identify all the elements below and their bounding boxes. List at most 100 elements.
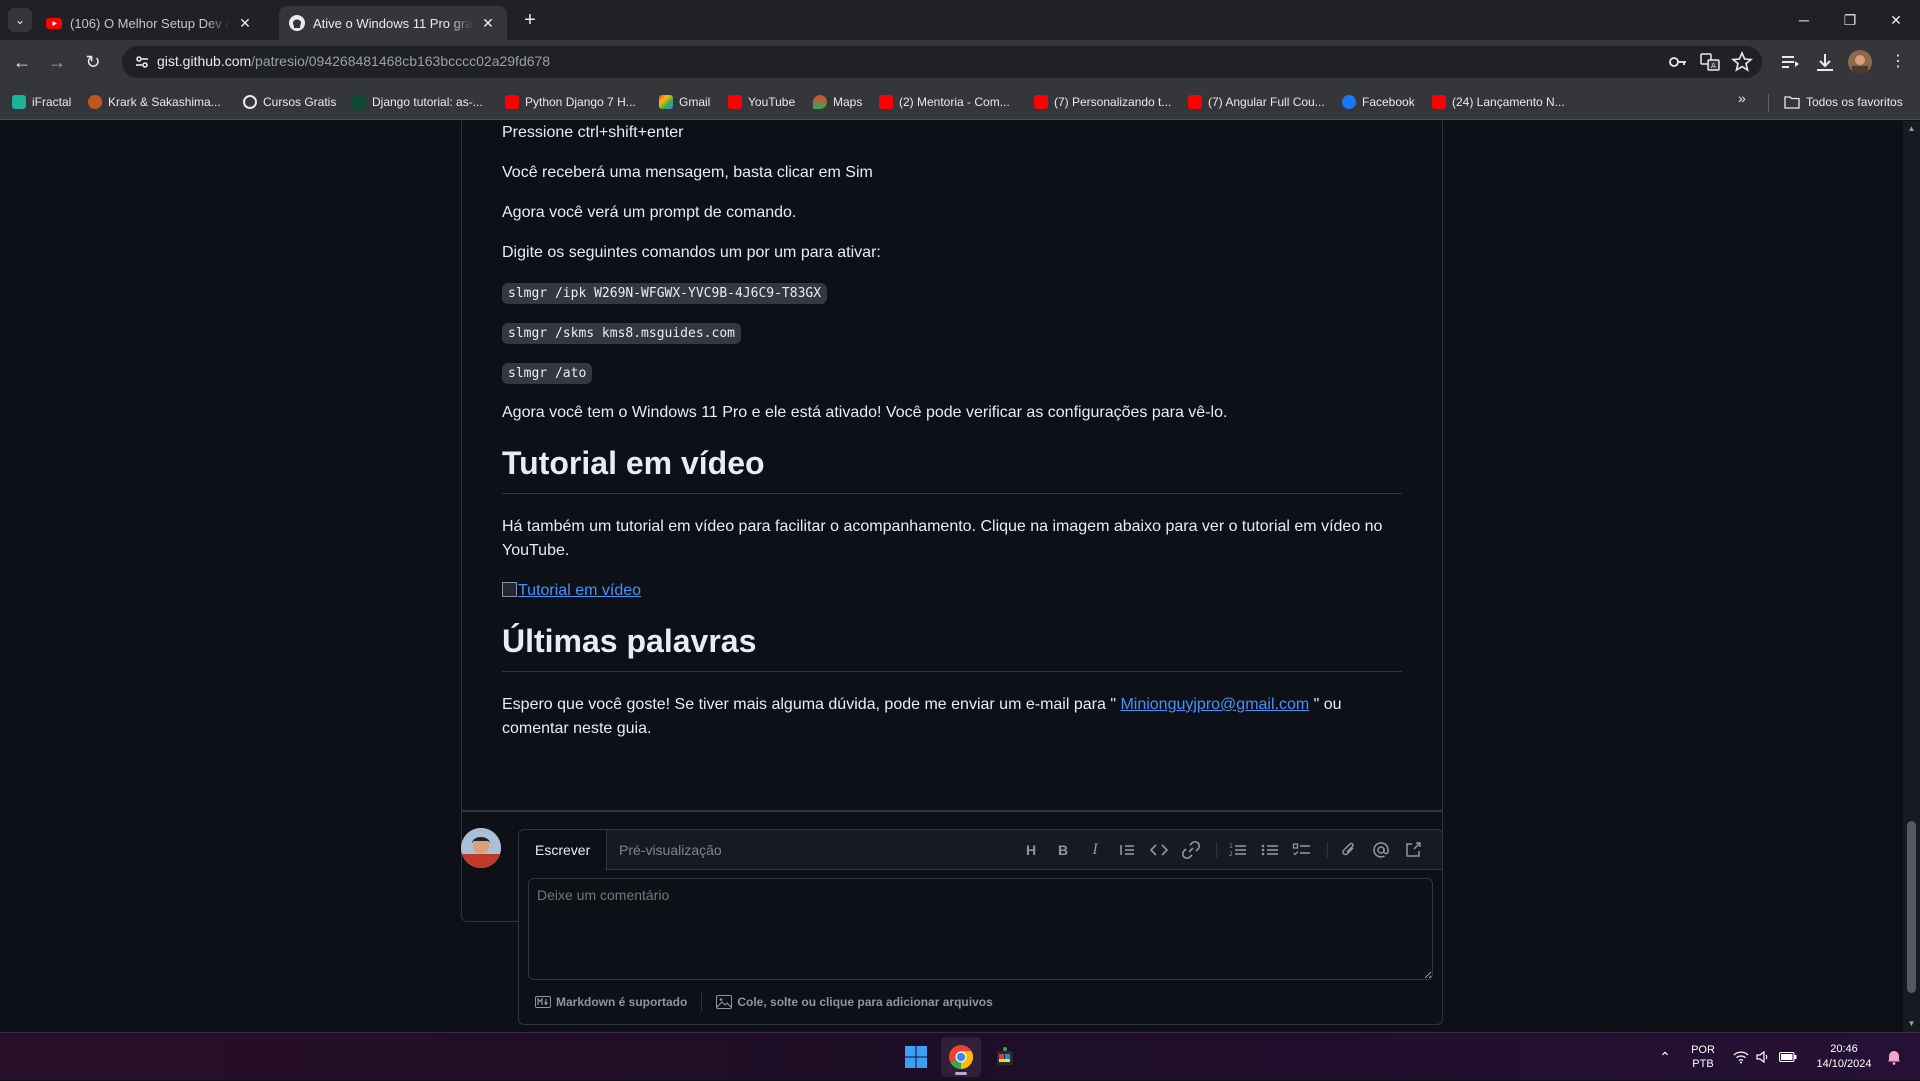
paragraph: Há também um tutorial em vídeo para faci…	[502, 518, 1383, 559]
video-link-container: Tutorial em vídeo	[502, 579, 641, 603]
code-line: slmgr /ipk W269N-WFGWX-YVC9B-4J6C9-T83GX	[502, 281, 828, 306]
ordered-list-icon[interactable]: 12	[1228, 840, 1248, 860]
heading-last-words: Últimas palavras	[502, 621, 1402, 672]
scroll-up-arrow-icon[interactable]: ▲	[1907, 124, 1916, 133]
django-icon	[352, 95, 366, 109]
bookmark-ifractal[interactable]: iFractal	[12, 90, 71, 114]
task-list-icon[interactable]	[1292, 840, 1312, 860]
bookmark-mentoria[interactable]: (2) Mentoria - Com...	[879, 90, 1010, 114]
bookmark-youtube[interactable]: YouTube	[728, 90, 795, 114]
email-link[interactable]: Minionguyjpro@gmail.com	[1120, 696, 1309, 713]
comment-textarea[interactable]	[528, 878, 1433, 980]
heading-icon[interactable]: H	[1021, 840, 1041, 860]
close-tab-icon[interactable]: ✕	[236, 14, 254, 32]
reload-button[interactable]: ↻	[79, 48, 107, 76]
cross-reference-icon[interactable]	[1403, 840, 1423, 860]
minimize-button[interactable]: ─	[1781, 0, 1827, 40]
bookmark-personalizando[interactable]: (7) Personalizando t...	[1034, 90, 1171, 114]
bold-icon[interactable]: B	[1053, 840, 1073, 860]
all-bookmarks-folder[interactable]: Todos os favoritos	[1784, 90, 1903, 114]
scrollbar-thumb[interactable]	[1907, 821, 1916, 993]
paragraph: Agora você tem o Windows 11 Pro e ele es…	[502, 404, 1228, 421]
input-language-indicator[interactable]: POR PTB	[1688, 1033, 1718, 1081]
scroll-down-arrow-icon[interactable]: ▼	[1907, 1019, 1916, 1028]
clock-time: 20:46	[1830, 1043, 1858, 1055]
tab-youtube[interactable]: (106) O Melhor Setup Dev com ✕	[36, 6, 264, 40]
toolbar-divider	[1327, 842, 1328, 858]
paragraph: Agora você verá um prompt de comando.	[502, 204, 797, 221]
bookmark-facebook[interactable]: Facebook	[1342, 90, 1415, 114]
mention-icon[interactable]	[1371, 840, 1391, 860]
taskbar-chrome[interactable]	[941, 1037, 981, 1077]
youtube-icon	[1432, 95, 1446, 109]
back-button[interactable]: ←	[8, 48, 36, 76]
restore-button[interactable]: ❐	[1827, 0, 1873, 40]
svg-text:2: 2	[1229, 851, 1233, 858]
notification-bell-icon[interactable]	[1882, 1033, 1906, 1081]
page-viewport: Pressione ctrl+shift+enter Você receberá…	[0, 121, 1903, 1032]
attach-files-button[interactable]: Cole, solte ou clique para adicionar arq…	[737, 995, 992, 1009]
bookmark-django-tutorial[interactable]: Django tutorial: as-...	[352, 90, 483, 114]
quote-icon[interactable]	[1117, 840, 1137, 860]
start-button[interactable]	[896, 1037, 936, 1077]
wifi-icon[interactable]	[1730, 1033, 1752, 1081]
clock-date: 14/10/2024	[1816, 1058, 1872, 1070]
code-icon[interactable]	[1149, 840, 1169, 860]
bookmark-lancamento[interactable]: (24) Lançamento N...	[1432, 90, 1565, 114]
bookmark-angular[interactable]: (7) Angular Full Cou...	[1188, 90, 1325, 114]
youtube-icon	[1188, 95, 1202, 109]
close-tab-icon[interactable]: ✕	[479, 14, 497, 32]
svg-text:A: A	[1711, 62, 1716, 70]
browser-menu-icon[interactable]: ⋮	[1886, 50, 1910, 74]
italic-icon[interactable]: I	[1085, 840, 1105, 860]
site-info-icon[interactable]	[130, 50, 154, 74]
tab-github-gist[interactable]: Ative o Windows 11 Pro gratuit ✕	[279, 6, 507, 40]
ifractal-icon	[12, 95, 26, 109]
url-text[interactable]: gist.github.com/patresio/094268481468cb1…	[157, 53, 550, 69]
youtube-icon	[1034, 95, 1048, 109]
forward-button[interactable]: →	[43, 48, 71, 76]
video-tutorial-link[interactable]: Tutorial em vídeo	[502, 582, 641, 599]
clock[interactable]: 20:46 14/10/2024	[1808, 1033, 1880, 1081]
heading-video-tutorial: Tutorial em vídeo	[502, 443, 1402, 494]
bookmark-python-django[interactable]: Python Django 7 H...	[505, 90, 636, 114]
media-queue-icon[interactable]	[1778, 50, 1802, 74]
bookmark-cursos-gratis[interactable]: Cursos Gratis	[243, 90, 336, 114]
download-icon[interactable]	[1813, 50, 1837, 74]
markdown-supported-link[interactable]: Markdown é suportado	[556, 995, 687, 1009]
password-key-icon[interactable]	[1666, 50, 1690, 74]
taskbar-app[interactable]	[985, 1037, 1025, 1077]
tab-strip: ⌄ (106) O Melhor Setup Dev com ✕ Ative o…	[0, 0, 1920, 40]
unordered-list-icon[interactable]	[1260, 840, 1280, 860]
bookmark-star-icon[interactable]	[1730, 50, 1754, 74]
link-icon[interactable]	[1181, 840, 1201, 860]
svg-text:1: 1	[1229, 843, 1233, 850]
tab-preview[interactable]: Pré-visualização	[603, 830, 738, 871]
bookmark-krark[interactable]: Krark & Sakashima...	[88, 90, 221, 114]
inline-code[interactable]: slmgr /ipk W269N-WFGWX-YVC9B-4J6C9-T83GX	[502, 283, 828, 304]
code-line: slmgr /ato	[502, 361, 593, 386]
maps-icon	[813, 95, 827, 109]
attach-file-icon[interactable]	[1339, 840, 1359, 860]
translate-icon[interactable]: A	[1698, 50, 1722, 74]
new-tab-button[interactable]: +	[518, 9, 542, 33]
more-bookmarks-icon[interactable]: »	[1738, 90, 1746, 106]
tab-write[interactable]: Escrever	[519, 830, 608, 871]
code-line: slmgr /skms kms8.msguides.com	[502, 321, 741, 346]
avatar[interactable]	[461, 828, 501, 868]
bookmark-maps[interactable]: Maps	[813, 90, 862, 114]
globe-icon	[243, 95, 257, 109]
show-hidden-icons-chevron-icon[interactable]: ⌃	[1652, 1033, 1678, 1081]
inline-code[interactable]: slmgr /ato	[502, 363, 593, 384]
inline-code[interactable]: slmgr /skms kms8.msguides.com	[502, 323, 741, 344]
bookmark-gmail[interactable]: Gmail	[659, 90, 710, 114]
comments-divider	[461, 810, 1443, 812]
address-bar[interactable]: gist.github.com/patresio/094268481468cb1…	[122, 46, 1762, 78]
close-window-button[interactable]: ✕	[1873, 0, 1919, 40]
page-scrollbar[interactable]: ▲ ▼	[1903, 121, 1920, 1032]
battery-icon[interactable]	[1776, 1033, 1800, 1081]
browser-toolbar: ← → ↻ gist.github.com/patresio/094268481…	[0, 40, 1920, 84]
volume-icon[interactable]	[1752, 1033, 1774, 1081]
profile-avatar[interactable]	[1848, 50, 1872, 74]
tab-search-button[interactable]: ⌄	[8, 8, 32, 32]
